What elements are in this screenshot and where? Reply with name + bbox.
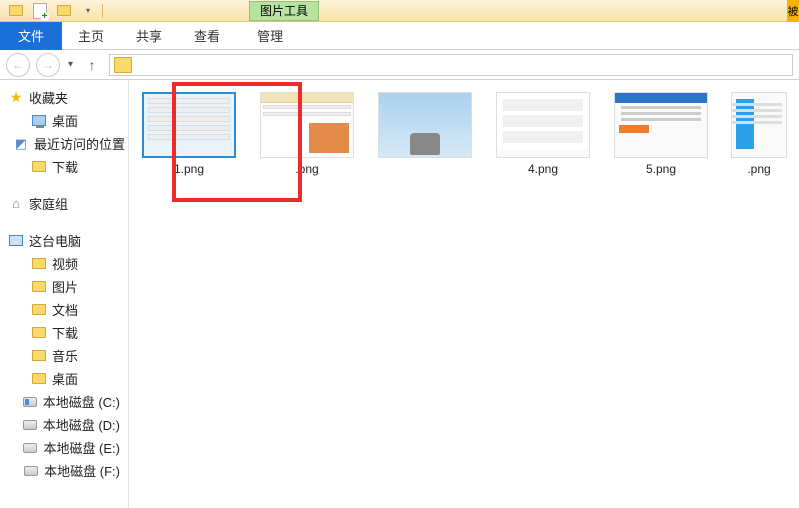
sidebar-label: 本地磁盘 (C:) bbox=[43, 392, 120, 411]
disk-icon bbox=[22, 394, 38, 410]
sidebar-item-thispc[interactable]: 这台电脑 bbox=[4, 229, 124, 252]
qat-divider bbox=[102, 4, 103, 18]
tab-home[interactable]: 主页 bbox=[62, 22, 120, 50]
file-item[interactable]: 4.png bbox=[493, 92, 593, 176]
tree-thispc: 这台电脑 视频 图片 文档 下载 音乐 桌面 本地磁盘 (C:) 本地磁盘 (D… bbox=[4, 229, 124, 482]
sidebar-item-desktop-pc[interactable]: 桌面 bbox=[4, 367, 124, 390]
folder-icon bbox=[31, 325, 47, 341]
sidebar-label: 下载 bbox=[52, 323, 78, 342]
file-item[interactable]: .png bbox=[729, 92, 789, 176]
sidebar-item-disk-d[interactable]: 本地磁盘 (D:) bbox=[4, 413, 124, 436]
new-file-icon[interactable] bbox=[30, 2, 50, 20]
disk-icon bbox=[22, 440, 38, 456]
sidebar-item-music[interactable]: 音乐 bbox=[4, 344, 124, 367]
sidebar-label: 视频 bbox=[52, 254, 78, 273]
homegroup-icon: ⌂ bbox=[8, 196, 24, 212]
file-item[interactable]: 5.png bbox=[611, 92, 711, 176]
folder-icon[interactable] bbox=[6, 2, 26, 20]
sidebar-item-favorites[interactable]: ★ 收藏夹 bbox=[4, 86, 124, 109]
file-thumbnail bbox=[496, 92, 590, 158]
sidebar-label: 本地磁盘 (F:) bbox=[44, 461, 120, 480]
navigation-pane: ★ 收藏夹 桌面 ◩ 最近访问的位置 下载 ⌂ 家庭组 bbox=[0, 80, 129, 508]
ribbon-tabs: 文件 主页 共享 查看 管理 bbox=[0, 22, 799, 50]
sidebar-label: 音乐 bbox=[52, 346, 78, 365]
sidebar-label: 这台电脑 bbox=[29, 231, 81, 250]
desktop-icon bbox=[31, 113, 47, 129]
title-bar: ▾ 图片工具 被 bbox=[0, 0, 799, 22]
context-tab-images: 图片工具 bbox=[249, 1, 319, 21]
sidebar-item-disk-e[interactable]: 本地磁盘 (E:) bbox=[4, 436, 124, 459]
star-icon: ★ bbox=[8, 90, 24, 106]
up-button[interactable]: ↑ bbox=[81, 54, 103, 76]
sidebar-item-videos[interactable]: 视频 bbox=[4, 252, 124, 275]
sidebar-item-documents[interactable]: 文档 bbox=[4, 298, 124, 321]
sidebar-label: 桌面 bbox=[52, 369, 78, 388]
sidebar-item-downloads-pc[interactable]: 下载 bbox=[4, 321, 124, 344]
sidebar-label: 最近访问的位置 bbox=[34, 134, 125, 153]
tab-view[interactable]: 查看 bbox=[178, 22, 236, 50]
file-name: 4.png bbox=[528, 162, 558, 176]
sidebar-item-desktop[interactable]: 桌面 bbox=[4, 109, 124, 132]
file-list[interactable]: 1.png .png 4.png bbox=[129, 80, 799, 508]
file-tab[interactable]: 文件 bbox=[0, 22, 62, 50]
file-thumbnail bbox=[378, 92, 472, 158]
title-truncated-text: 被 bbox=[787, 0, 799, 22]
sidebar-label: 下载 bbox=[52, 157, 78, 176]
disk-icon bbox=[22, 417, 38, 433]
folder-icon bbox=[31, 159, 47, 175]
address-folder-icon bbox=[114, 57, 132, 73]
sidebar-label: 图片 bbox=[52, 277, 78, 296]
disk-icon bbox=[23, 463, 39, 479]
sidebar-label: 本地磁盘 (D:) bbox=[43, 415, 120, 434]
tree-homegroup: ⌂ 家庭组 bbox=[4, 192, 124, 215]
sidebar-label: 本地磁盘 (E:) bbox=[43, 438, 120, 457]
qat-dropdown-icon[interactable]: ▾ bbox=[78, 2, 98, 20]
tab-share[interactable]: 共享 bbox=[120, 22, 178, 50]
sidebar-item-homegroup[interactable]: ⌂ 家庭组 bbox=[4, 192, 124, 215]
history-dropdown-icon[interactable]: ▾ bbox=[66, 59, 75, 70]
sidebar-label: 收藏夹 bbox=[29, 88, 68, 107]
sidebar-label: 文档 bbox=[52, 300, 78, 319]
file-item[interactable] bbox=[375, 92, 475, 162]
recent-icon: ◩ bbox=[13, 136, 29, 152]
sidebar-item-disk-c[interactable]: 本地磁盘 (C:) bbox=[4, 390, 124, 413]
folder-icon bbox=[31, 348, 47, 364]
main-area: ★ 收藏夹 桌面 ◩ 最近访问的位置 下载 ⌂ 家庭组 bbox=[0, 80, 799, 508]
sidebar-item-downloads[interactable]: 下载 bbox=[4, 155, 124, 178]
folder-icon bbox=[31, 302, 47, 318]
navigation-bar: ← → ▾ ↑ bbox=[0, 50, 799, 80]
file-name: .png bbox=[295, 162, 318, 176]
file-thumbnail bbox=[142, 92, 236, 158]
forward-button[interactable]: → bbox=[36, 53, 60, 77]
file-name: 5.png bbox=[646, 162, 676, 176]
file-name: 1.png bbox=[174, 162, 204, 176]
folder-icon bbox=[31, 256, 47, 272]
quick-access-toolbar: ▾ bbox=[0, 2, 109, 20]
file-item[interactable]: .png bbox=[257, 92, 357, 176]
file-thumbnail bbox=[731, 92, 787, 158]
tree-favorites: ★ 收藏夹 桌面 ◩ 最近访问的位置 下载 bbox=[4, 86, 124, 178]
tab-manage[interactable]: 管理 bbox=[241, 22, 299, 50]
file-name: .png bbox=[747, 162, 770, 176]
sidebar-item-pictures[interactable]: 图片 bbox=[4, 275, 124, 298]
sidebar-item-disk-f[interactable]: 本地磁盘 (F:) bbox=[4, 459, 124, 482]
address-bar[interactable] bbox=[109, 54, 793, 76]
sidebar-label: 桌面 bbox=[52, 111, 78, 130]
file-thumbnail bbox=[260, 92, 354, 158]
sidebar-item-recent[interactable]: ◩ 最近访问的位置 bbox=[4, 132, 124, 155]
computer-icon bbox=[8, 233, 24, 249]
file-item[interactable]: 1.png bbox=[139, 92, 239, 176]
open-folder-icon[interactable] bbox=[54, 2, 74, 20]
folder-icon bbox=[31, 371, 47, 387]
back-button[interactable]: ← bbox=[6, 53, 30, 77]
folder-icon bbox=[31, 279, 47, 295]
file-thumbnail bbox=[614, 92, 708, 158]
sidebar-label: 家庭组 bbox=[29, 194, 68, 213]
